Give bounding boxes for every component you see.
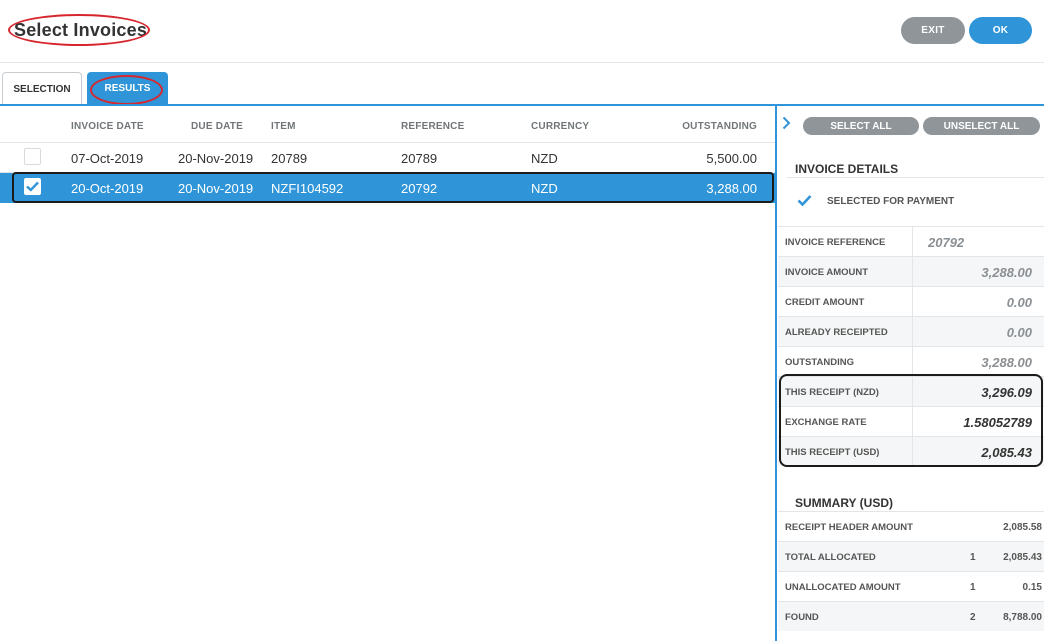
- summary-row-total-allocated: TOTAL ALLOCATED 1 2,085.43: [778, 541, 1044, 571]
- row-select-checkbox[interactable]: [24, 148, 41, 165]
- detail-label: OUTSTANDING: [785, 357, 854, 368]
- detail-value: 3,288.00: [981, 355, 1032, 370]
- summary-row-unallocated-amount: UNALLOCATED AMOUNT 1 0.15: [778, 571, 1044, 601]
- summary-count: 1: [970, 552, 976, 563]
- summary-label: RECEIPT HEADER AMOUNT: [785, 522, 913, 533]
- detail-value: 0.00: [1006, 325, 1032, 340]
- summary-title: SUMMARY (USD): [795, 496, 893, 510]
- column-header-reference[interactable]: REFERENCE: [401, 121, 464, 132]
- section-divider: [787, 177, 1044, 178]
- detail-row-invoice-amount: INVOICE AMOUNT 3,288.00: [778, 256, 1044, 287]
- summary-label: UNALLOCATED AMOUNT: [785, 582, 901, 593]
- detail-value: 0.00: [1006, 295, 1032, 310]
- cell-invoice-date: 07-Oct-2019: [71, 151, 144, 166]
- column-separator: [912, 227, 913, 257]
- column-separator: [912, 287, 913, 317]
- table-row[interactable]: 07-Oct-2019 20-Nov-2019 20789 20789 NZD …: [0, 143, 775, 173]
- summary-row-receipt-header-amount: RECEIPT HEADER AMOUNT 2,085.58: [778, 511, 1044, 541]
- receipt-fields-highlight-box: [779, 374, 1043, 467]
- exit-button[interactable]: EXIT: [901, 17, 965, 44]
- cell-item: 20789: [271, 151, 308, 166]
- select-all-button[interactable]: SELECT ALL: [803, 117, 919, 135]
- detail-label: CREDIT AMOUNT: [785, 297, 865, 308]
- cell-outstanding: 5,500.00: [706, 151, 757, 166]
- summary-table: RECEIPT HEADER AMOUNT 2,085.58 TOTAL ALL…: [778, 511, 1044, 631]
- selected-row-highlight-box: [12, 172, 774, 203]
- header-divider: [0, 62, 1044, 63]
- chevron-right-icon[interactable]: [782, 116, 791, 135]
- cell-due-date: 20-Nov-2019: [178, 151, 254, 166]
- summary-count: 2: [970, 612, 976, 623]
- checkmark-icon: [797, 195, 812, 207]
- column-separator: [912, 317, 913, 347]
- detail-row-outstanding: OUTSTANDING 3,288.00: [778, 346, 1044, 377]
- column-separator: [912, 347, 913, 377]
- summary-count: 1: [970, 582, 976, 593]
- column-header-due-date[interactable]: DUE DATE: [191, 121, 243, 132]
- summary-label: FOUND: [785, 612, 819, 623]
- summary-value: 8,788.00: [1003, 612, 1042, 623]
- detail-row-credit-amount: CREDIT AMOUNT 0.00: [778, 286, 1044, 317]
- results-tab-highlight-ellipse: [90, 75, 163, 105]
- invoice-details-title: INVOICE DETAILS: [795, 162, 899, 176]
- cell-reference: 20789: [401, 151, 438, 166]
- detail-label: ALREADY RECEIPTED: [785, 327, 888, 338]
- detail-value: 3,288.00: [981, 265, 1032, 280]
- selected-for-payment-checkbox[interactable]: [797, 194, 812, 212]
- summary-value: 2,085.58: [1003, 522, 1042, 533]
- summary-value: 2,085.43: [1003, 552, 1042, 563]
- detail-row-invoice-reference: INVOICE REFERENCE 20792: [778, 226, 1044, 257]
- panel-divider: [775, 106, 777, 641]
- unselect-all-button[interactable]: UNSELECT ALL: [923, 117, 1040, 135]
- summary-row-found: FOUND 2 8,788.00: [778, 601, 1044, 631]
- column-header-outstanding[interactable]: OUTSTANDING: [682, 121, 757, 132]
- ok-button[interactable]: OK: [969, 17, 1032, 44]
- column-separator: [912, 257, 913, 287]
- summary-value: 0.15: [1022, 582, 1042, 593]
- detail-label: INVOICE AMOUNT: [785, 267, 869, 278]
- invoice-grid-header: INVOICE DATE DUE DATE ITEM REFERENCE CUR…: [0, 106, 775, 143]
- column-header-item[interactable]: ITEM: [271, 121, 296, 132]
- title-highlight-ellipse: [8, 14, 150, 46]
- detail-label: INVOICE REFERENCE: [785, 237, 886, 248]
- detail-row-already-receipted: ALREADY RECEIPTED 0.00: [778, 316, 1044, 347]
- column-header-invoice-date[interactable]: INVOICE DATE: [71, 121, 144, 132]
- cell-currency: NZD: [531, 151, 558, 166]
- summary-label: TOTAL ALLOCATED: [785, 552, 876, 563]
- tab-selection[interactable]: SELECTION: [2, 72, 82, 105]
- detail-value: 20792: [928, 235, 965, 250]
- selected-for-payment-label: SELECTED FOR PAYMENT: [827, 196, 955, 207]
- column-header-currency[interactable]: CURRENCY: [531, 121, 589, 132]
